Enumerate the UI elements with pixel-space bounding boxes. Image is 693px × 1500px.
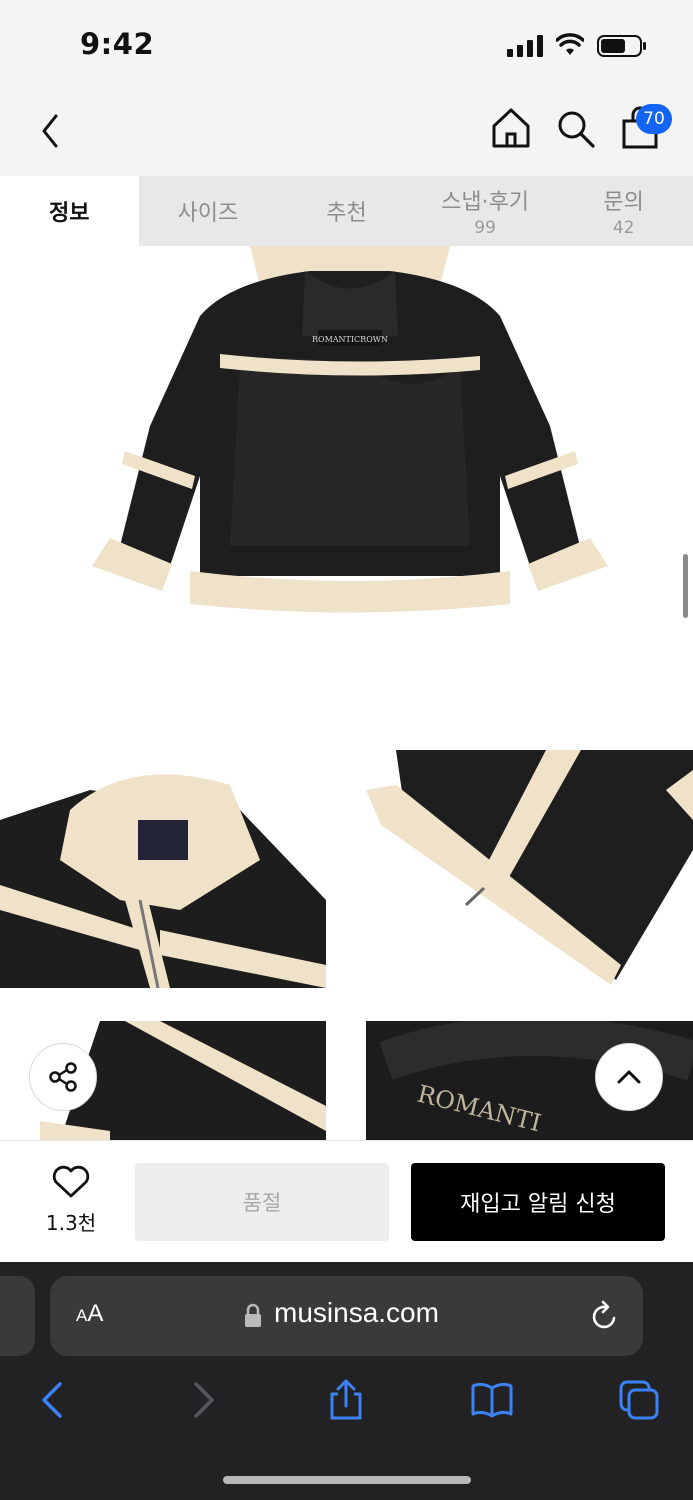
scroll-indicator[interactable] [683,554,688,618]
product-tabs: 정보 사이즈 추천 스냅·후기 99 문의 42 [0,176,693,246]
tab-label: 정보 [49,201,90,226]
aa-small: A [76,1306,88,1325]
tab-count: 42 [612,218,635,238]
reader-settings-button[interactable]: AA [76,1300,103,1328]
cellular-signal-icon [507,35,543,57]
status-time: 9:42 [80,27,155,61]
previous-tab-preview[interactable] [0,1276,35,1356]
chevron-up-icon [617,1070,641,1084]
restock-alert-button[interactable]: 재입고 알림 신청 [411,1163,665,1241]
status-bar: 9:42 [0,0,693,90]
wifi-icon [556,33,584,55]
share-button[interactable] [29,1043,97,1111]
share-sheet-icon[interactable] [324,1378,368,1422]
home-indicator [223,1476,471,1484]
tab-size[interactable]: 사이즈 [139,176,278,246]
tab-info[interactable]: 정보 [0,176,139,246]
soldout-button: 품절 [135,1163,389,1241]
lock-icon [245,1303,261,1327]
tab-label: 추천 [326,201,367,226]
browser-forward-icon[interactable] [180,1378,224,1422]
tab-reviews[interactable]: 스냅·후기 99 [416,176,555,246]
search-icon[interactable] [555,108,597,150]
home-icon[interactable] [490,106,532,150]
product-image-collar [0,750,326,988]
browser-toolbar: AA musinsa.com [0,1262,693,1500]
tab-count: 99 [474,218,496,238]
browser-back-icon[interactable] [32,1378,76,1422]
tab-label: 사이즈 [177,201,239,226]
product-image-jacket-back: ROMANTICROWN [92,246,608,613]
back-chevron-icon[interactable] [34,108,70,154]
heart-icon [52,1165,90,1198]
product-detail-content: ROMANTICROWN ROMANTI [0,246,693,1140]
url-text: musinsa.com [274,1297,439,1328]
tab-recommend[interactable]: 추천 [277,176,416,246]
purchase-action-bar: 1.3천 품절 재입고 알림 신청 [0,1140,693,1262]
like-button[interactable]: 1.3천 [35,1165,107,1237]
address-bar[interactable]: AA musinsa.com [50,1276,643,1356]
tab-label: 문의 [603,190,644,215]
tabs-icon[interactable] [617,1378,661,1422]
battery-icon [597,35,646,57]
aa-large: A [87,1300,104,1327]
bookmarks-icon[interactable] [470,1378,514,1422]
svg-text:ROMANTICROWN: ROMANTICROWN [312,335,388,344]
reload-icon[interactable] [590,1300,620,1332]
share-icon [49,1062,77,1092]
tab-label: 스냅·후기 [441,190,530,215]
product-image-front-zipper [366,750,693,988]
cart-count-badge: 70 [636,104,672,134]
tab-inquiry[interactable]: 문의 42 [554,176,693,246]
like-count: 1.3천 [45,1211,97,1235]
app-header [0,90,693,176]
scroll-to-top-button[interactable] [595,1043,663,1111]
